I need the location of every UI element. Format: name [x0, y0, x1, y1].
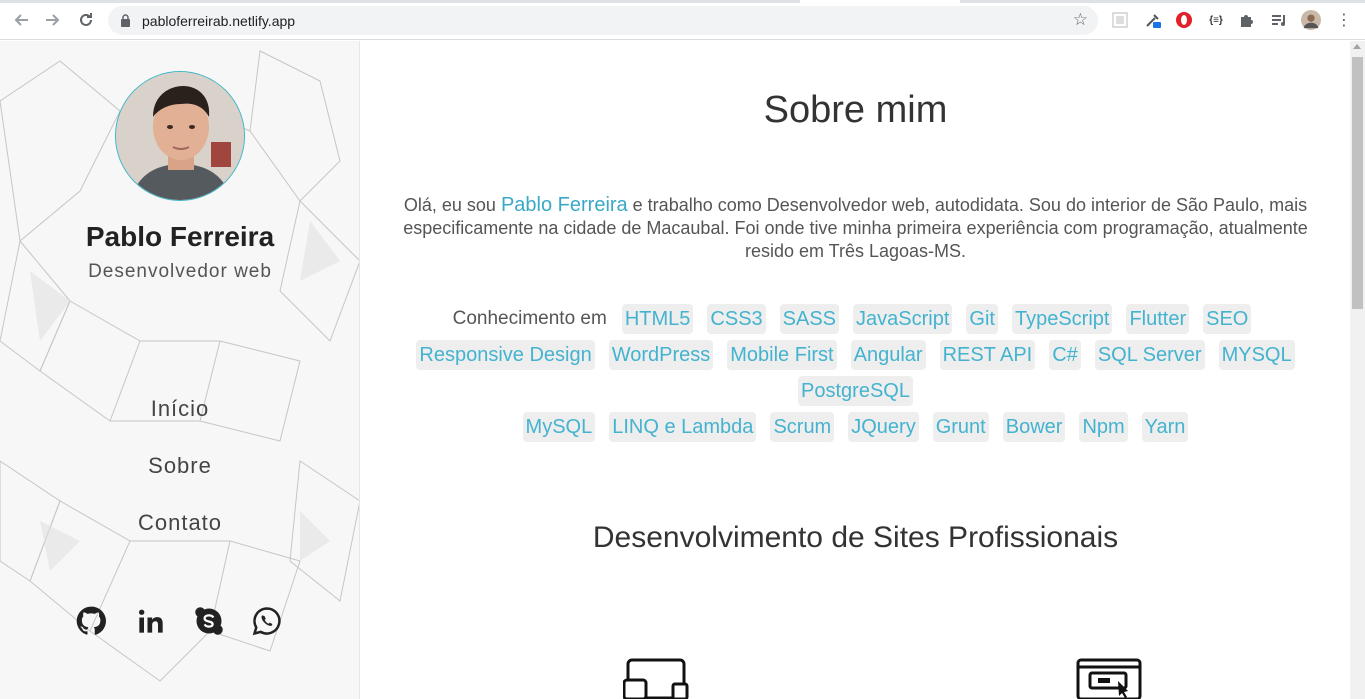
tab-strip-edge — [0, 0, 800, 3]
avatar — [115, 71, 245, 201]
profile-avatar-icon[interactable] — [1301, 10, 1321, 30]
skill-tag: LINQ e Lambda — [609, 412, 757, 442]
eyedropper-icon[interactable] — [1143, 10, 1163, 30]
media-queue-icon[interactable] — [1269, 10, 1289, 30]
skill-tag: PostgreSQL — [798, 376, 913, 406]
skill-tag: REST API — [939, 340, 1036, 370]
skill-tag: Npm — [1079, 412, 1128, 442]
skill-tag: Angular — [850, 340, 926, 370]
arrow-left-icon — [14, 14, 28, 26]
sidebar: Pablo Ferreira Desenvolvedor web Início … — [0, 41, 360, 699]
skill-tag: Bower — [1002, 412, 1066, 442]
skill-tag: C# — [1049, 340, 1081, 370]
star-icon[interactable]: ☆ — [1073, 10, 1088, 30]
back-button[interactable] — [9, 8, 33, 32]
forward-button[interactable] — [41, 8, 65, 32]
browser-toolbar: pabloferreirab.netlify.app ☆ {≡} ⋮ — [0, 0, 1365, 40]
profile-photo — [116, 72, 244, 200]
nav-link-sobre[interactable]: Sobre — [0, 453, 359, 510]
skype-icon[interactable] — [192, 604, 226, 638]
skill-tag: MYSQL — [1218, 340, 1295, 370]
skill-tag: Flutter — [1126, 304, 1190, 334]
opera-icon[interactable] — [1174, 10, 1194, 30]
about-text-intro: Olá, eu sou — [403, 195, 501, 215]
skill-tag: SEO — [1203, 304, 1252, 334]
section-title: Desenvolvimento de Sites Profissionais — [592, 521, 1119, 554]
whatsapp-icon[interactable] — [250, 604, 284, 638]
scroll-up-arrow-icon[interactable] — [1353, 44, 1361, 49]
profile-name: Pablo Ferreira — [85, 221, 275, 252]
linkedin-icon[interactable] — [134, 604, 168, 638]
main-content: Sobre mim Olá, eu sou Pablo Ferreira e t… — [361, 41, 1350, 699]
nav-link-inicio[interactable]: Início — [0, 396, 359, 453]
json-viewer-icon[interactable]: {≡} — [1206, 10, 1226, 30]
scrollbar-thumb[interactable] — [1352, 57, 1363, 309]
about-name-highlight: Pablo Ferreira — [500, 194, 628, 216]
skill-tag: JavaScript — [853, 304, 953, 334]
skill-tag: MySQL — [522, 412, 596, 442]
skill-tag: Mobile First — [727, 340, 837, 370]
skill-tag: Git — [966, 304, 998, 334]
skills-label: Conhecimento em — [452, 308, 607, 329]
skill-tag: Scrum — [770, 412, 835, 442]
skill-tag: SQL Server — [1094, 340, 1205, 370]
profile-role: Desenvolvedor web — [88, 261, 272, 282]
url-text: pabloferreirab.netlify.app — [142, 13, 296, 29]
address-bar[interactable]: pabloferreirab.netlify.app ☆ — [108, 6, 1098, 35]
about-text: Olá, eu sou Pablo Ferreira e trabalho co… — [383, 194, 1328, 263]
skill-tag: WordPress — [608, 340, 714, 370]
skill-tag: HTML5 — [621, 304, 694, 334]
skill-tag: Responsive Design — [416, 340, 595, 370]
skill-tag: SASS — [779, 304, 840, 334]
skill-tag: Grunt — [932, 412, 989, 442]
github-icon[interactable] — [74, 604, 108, 638]
skills-row-3: PostgreSQL — [361, 376, 1350, 406]
skill-tag: CSS3 — [707, 304, 766, 334]
tab-strip-edge — [960, 0, 1365, 3]
lock-icon — [121, 14, 130, 27]
skill-tag: TypeScript — [1011, 304, 1113, 334]
skills-row-1: Conhecimento em HTML5 CSS3 SASS JavaScri… — [361, 304, 1350, 334]
reload-icon — [80, 13, 92, 26]
responsive-devices-icon — [623, 658, 689, 699]
puzzle-icon[interactable] — [1237, 10, 1257, 30]
web-browser-icon — [1076, 658, 1142, 699]
extension-grid-icon[interactable] — [1110, 10, 1130, 30]
reload-button[interactable] — [74, 8, 98, 32]
arrow-right-icon — [46, 14, 60, 26]
skills-row-2: Responsive Design WordPress Mobile First… — [361, 340, 1350, 370]
skills-row-4: MySQL LINQ e Lambda Scrum JQuery Grunt B… — [361, 412, 1350, 442]
skill-tag: JQuery — [848, 412, 919, 442]
page-title: Sobre mim — [763, 89, 948, 131]
skill-tag: Yarn — [1141, 412, 1189, 442]
sidebar-menu: Início Sobre Contato — [0, 396, 359, 567]
menu-kebab-icon[interactable]: ⋮ — [1334, 10, 1354, 30]
nav-link-contato[interactable]: Contato — [0, 510, 359, 567]
